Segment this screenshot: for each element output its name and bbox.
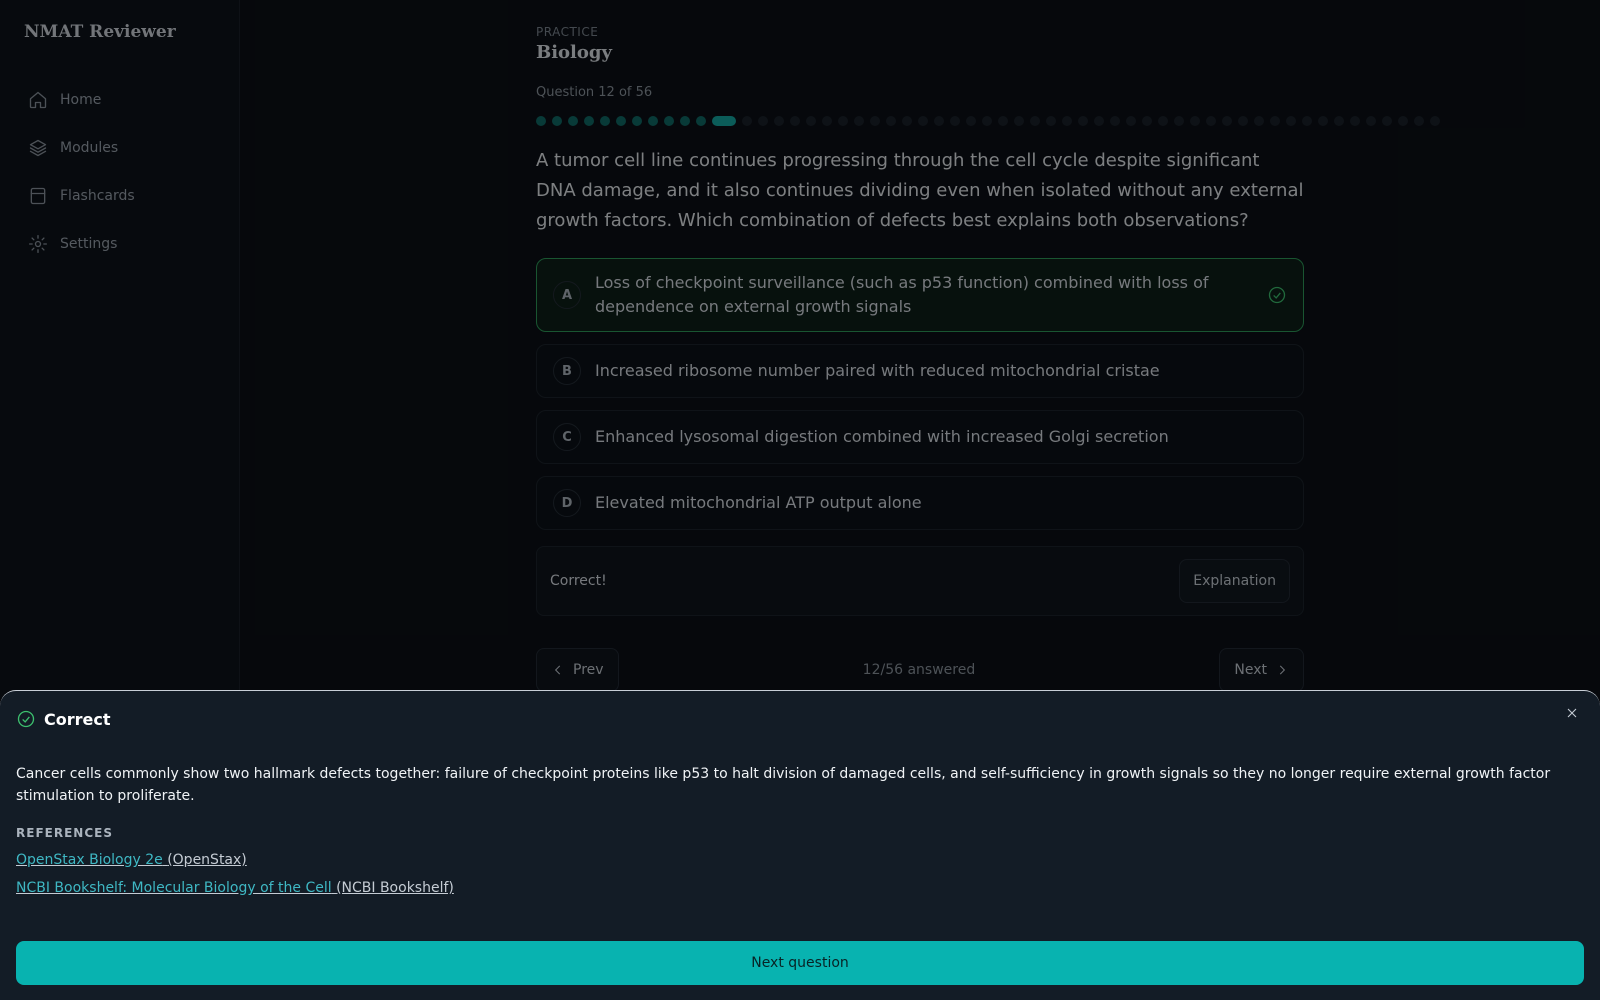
reference-source: (OpenStax): [167, 852, 247, 868]
check-circle-icon: [17, 710, 35, 728]
close-icon: [1567, 708, 1577, 718]
references-heading: REFERENCES: [16, 826, 113, 840]
reference-source: (NCBI Bookshelf): [336, 880, 454, 896]
reference-link[interactable]: OpenStax Biology 2e (OpenStax): [16, 852, 247, 868]
reference-title: NCBI Bookshelf: Molecular Biology of the…: [16, 880, 332, 896]
reference-link[interactable]: NCBI Bookshelf: Molecular Biology of the…: [16, 880, 454, 896]
next-question-button[interactable]: Next question: [16, 941, 1584, 985]
sheet-title: Correct: [44, 709, 111, 729]
sheet-header: Correct: [16, 709, 111, 729]
reference-title: OpenStax Biology 2e: [16, 852, 163, 868]
close-button[interactable]: [1564, 705, 1584, 725]
explanation-text: Cancer cells commonly show two hallmark …: [16, 766, 1551, 804]
explanation-sheet: Correct Cancer cells commonly show two h…: [0, 690, 1600, 1000]
